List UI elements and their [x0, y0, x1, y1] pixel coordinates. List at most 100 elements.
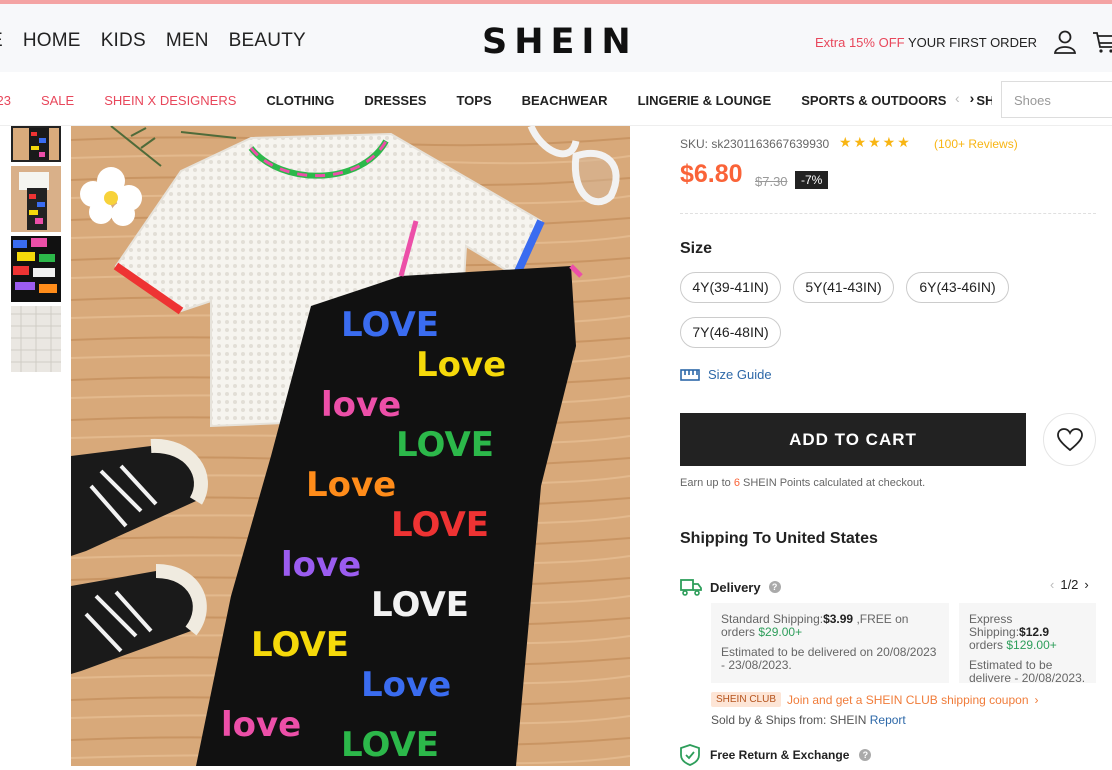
chevron-left-icon[interactable]: ‹: [1050, 577, 1054, 592]
size-title: Size: [680, 240, 713, 257]
category-item-sale[interactable]: SALE: [41, 93, 74, 108]
add-to-cart-button[interactable]: ADD TO CART: [680, 413, 1026, 466]
product-sku: SKU: sk2301163667639930: [680, 137, 830, 151]
original-price: $7.30: [755, 174, 788, 189]
express-price: $12.9: [1019, 625, 1050, 639]
ruler-icon: [680, 368, 700, 381]
cart-icon[interactable]: [1092, 30, 1112, 54]
svg-text:love: love: [281, 545, 361, 585]
shipping-pager: ‹ 1/2 ›: [1050, 577, 1089, 592]
nav-item-kids[interactable]: KIDS: [101, 30, 146, 52]
thumbnail-4[interactable]: [11, 306, 61, 372]
search-input[interactable]: Shoes: [1001, 81, 1112, 118]
svg-text:LOVE: LOVE: [371, 585, 469, 625]
chevron-left-icon[interactable]: ‹: [955, 90, 960, 106]
svg-text:Love: Love: [306, 465, 396, 505]
club-coupon-link[interactable]: Join and get a SHEIN CLUB shipping coupo…: [787, 693, 1028, 707]
size-option-7y[interactable]: 7Y(46-48IN): [680, 317, 781, 348]
svg-text:Love: Love: [416, 345, 506, 385]
wishlist-button[interactable]: [1043, 413, 1096, 466]
truck-icon: [680, 579, 702, 596]
category-item-shein-x[interactable]: SHEIN X DESIGNERS: [104, 93, 236, 108]
express-shipping-card: Express Shipping:$12.9 orders $129.00+ E…: [959, 603, 1096, 683]
size-option-4y[interactable]: 4Y(39-41IN): [680, 272, 781, 303]
standard-price: $3.99: [823, 612, 854, 626]
standard-threshold: $29.00+: [758, 625, 803, 639]
pager-count: 1/2: [1060, 577, 1079, 592]
express-threshold: $129.00+: [1006, 638, 1057, 652]
chevron-right-icon[interactable]: ›: [1084, 577, 1088, 592]
category-item-cutoff[interactable]: s23: [0, 93, 11, 108]
express-free-text: orders: [969, 638, 1004, 652]
points-value: 6: [733, 477, 740, 489]
nav-item-beauty[interactable]: BEAUTY: [229, 30, 306, 52]
product-main-image[interactable]: LOVE Love love LOVE Love LOVE love LOVE LOVE…: [71, 126, 630, 766]
delivery-header: Delivery ?: [680, 578, 781, 596]
chevron-right-icon: ›: [1034, 692, 1039, 707]
thumbnail-2[interactable]: [11, 166, 61, 232]
chevron-right-icon[interactable]: ›: [970, 90, 975, 106]
help-icon[interactable]: ?: [859, 749, 872, 761]
category-nav: s23 SALE SHEIN X DESIGNERS CLOTHING DRES…: [0, 72, 1112, 126]
points-pre: Earn up to: [680, 477, 731, 489]
category-item-dresses[interactable]: DRESSES: [364, 93, 426, 108]
category-scroll-arrows: ‹ ›: [955, 90, 974, 106]
size-option-5y[interactable]: 5Y(41-43IN): [793, 272, 894, 303]
thumbnail-strip: [11, 126, 61, 376]
shield-check-icon: [680, 744, 700, 766]
shein-logo[interactable]: SHEIN: [482, 22, 638, 62]
heart-icon: [1056, 427, 1083, 451]
shipping-title: Shipping To United States: [680, 530, 878, 547]
category-item-shoes-cutoff[interactable]: SH: [976, 93, 992, 108]
express-estimate: Estimated to be delivere - 20/08/2023.: [969, 658, 1086, 684]
standard-name: Standard Shipping:: [721, 612, 824, 626]
category-item-lingerie[interactable]: LINGERIE & LOUNGE: [638, 93, 772, 108]
main-nav: E HOME KIDS MEN BEAUTY: [0, 30, 306, 52]
category-item-sports[interactable]: SPORTS & OUTDOORS: [801, 93, 946, 108]
free-return-row: Free Return & Exchange ?: [680, 744, 872, 766]
price-divider: [680, 213, 1096, 214]
help-icon[interactable]: ?: [768, 581, 781, 593]
delivery-label: Delivery: [710, 579, 761, 595]
points-post: SHEIN Points calculated at checkout.: [743, 477, 926, 489]
sold-by: Sold by & Ships from: SHEIN Report: [711, 713, 906, 727]
points-note: Earn up to 6 SHEIN Points calculated at …: [680, 477, 925, 489]
reviews-link[interactable]: (100+ Reviews): [934, 137, 1018, 151]
rating-stars-icon: ★★★★★: [839, 134, 912, 150]
nav-item-home[interactable]: HOME: [23, 30, 81, 52]
top-header: E HOME KIDS MEN BEAUTY SHEIN Extra 15% O…: [0, 4, 1112, 72]
free-return-label: Free Return & Exchange: [710, 748, 850, 762]
svg-text:LOVE: LOVE: [391, 505, 489, 545]
promo-text: YOUR FIRST ORDER: [907, 35, 1038, 50]
svg-text:love: love: [221, 705, 301, 745]
search-placeholder: Shoes: [1014, 93, 1051, 108]
nav-item-cutoff[interactable]: E: [0, 30, 3, 52]
promo-highlight: Extra 15% OFF: [815, 35, 905, 50]
standard-shipping-card: Standard Shipping:$3.99 ,FREE on orders …: [711, 603, 949, 683]
svg-text:Love: Love: [361, 665, 451, 705]
thumbnail-1[interactable]: [11, 126, 61, 162]
discount-badge: -7%: [795, 171, 829, 189]
user-icon[interactable]: [1054, 30, 1076, 54]
sold-by-text: Sold by & Ships from: SHEIN: [711, 713, 867, 727]
category-item-tops[interactable]: TOPS: [456, 93, 491, 108]
size-option-6y[interactable]: 6Y(43-46IN): [906, 272, 1009, 303]
nav-item-men[interactable]: MEN: [166, 30, 209, 52]
category-item-beachwear[interactable]: BEACHWEAR: [522, 93, 608, 108]
standard-estimate: Estimated to be delivered on 20/08/2023 …: [721, 645, 937, 672]
first-order-promo[interactable]: Extra 15% OFF YOUR FIRST ORDER: [815, 35, 1037, 50]
svg-text:LOVE: LOVE: [396, 425, 494, 465]
category-list: s23 SALE SHEIN X DESIGNERS CLOTHING DRES…: [0, 93, 992, 108]
shein-club-promo[interactable]: SHEIN CLUB Join and get a SHEIN CLUB shi…: [711, 692, 1039, 707]
product-price: $6.80: [680, 160, 743, 188]
category-item-clothing[interactable]: CLOTHING: [266, 93, 334, 108]
size-guide-link[interactable]: Size Guide: [680, 367, 772, 382]
thumbnail-3[interactable]: [11, 236, 61, 302]
svg-text:LOVE: LOVE: [341, 725, 439, 765]
report-link[interactable]: Report: [870, 713, 906, 727]
product-photo: LOVELove loveLOVE LoveLOVE loveLOVE LOVE…: [71, 126, 630, 766]
svg-text:LOVE: LOVE: [341, 305, 439, 345]
svg-text:LOVE: LOVE: [251, 625, 349, 665]
svg-text:love: love: [321, 385, 401, 425]
express-name: Express Shipping:: [969, 612, 1020, 639]
